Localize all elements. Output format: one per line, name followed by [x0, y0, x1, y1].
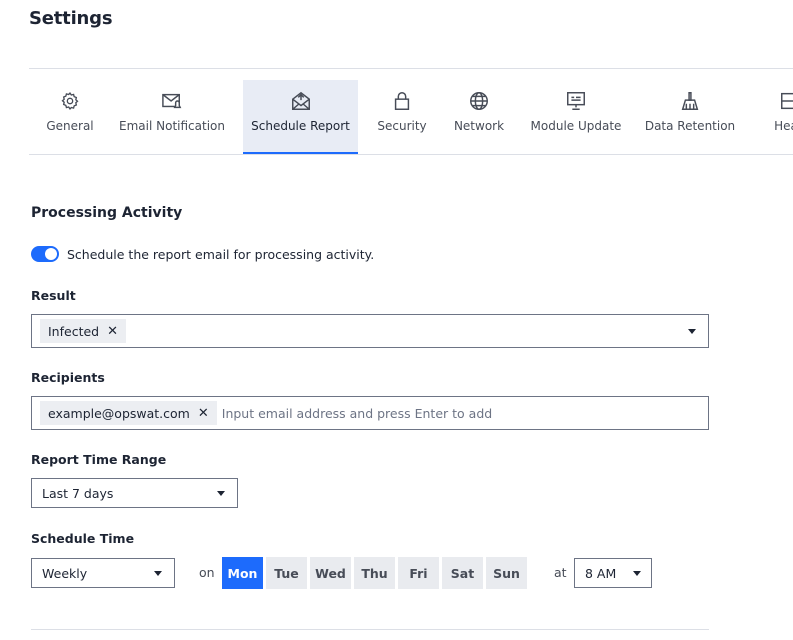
day-thu[interactable]: Thu	[354, 557, 395, 589]
gear-icon	[60, 90, 80, 112]
chip-label: Infected	[48, 323, 100, 339]
schedule-toggle[interactable]	[31, 246, 59, 262]
chip-label: example@opswat.com	[48, 405, 190, 421]
frequency-select[interactable]: Weekly	[31, 558, 175, 588]
result-select[interactable]: Infected ✕	[31, 314, 709, 348]
globe-icon	[468, 90, 490, 112]
mail-open-icon	[290, 90, 312, 112]
day-tue[interactable]: Tue	[266, 557, 307, 589]
schedule-time-label: Schedule Time	[31, 531, 135, 546]
tab-email-notification[interactable]: Email Notification	[115, 80, 229, 155]
tab-label: Network	[453, 119, 505, 133]
recipients-field[interactable]: example@opswat.com ✕	[31, 396, 709, 430]
day-mon[interactable]: Mon	[222, 557, 263, 589]
lock-icon	[392, 90, 412, 112]
chevron-down-icon	[217, 491, 225, 496]
tab-security[interactable]: Security	[370, 80, 434, 155]
bottom-divider	[31, 629, 709, 630]
on-label: on	[199, 565, 215, 580]
tab-health[interactable]: Healt	[760, 80, 793, 155]
tab-network[interactable]: Network	[448, 80, 510, 155]
tab-module-update[interactable]: Module Update	[526, 80, 626, 155]
day-wed[interactable]: Wed	[310, 557, 351, 589]
time-range-select[interactable]: Last 7 days	[31, 478, 238, 508]
tab-label: Data Retention	[644, 119, 736, 133]
result-chip: Infected ✕	[40, 319, 127, 343]
recipients-input[interactable]	[221, 405, 708, 421]
day-fri[interactable]: Fri	[398, 557, 439, 589]
chevron-down-icon	[633, 571, 641, 576]
hour-value: 8 AM	[585, 565, 617, 581]
close-icon[interactable]: ✕	[198, 406, 209, 421]
recipients-label: Recipients	[31, 370, 105, 385]
close-icon[interactable]: ✕	[107, 324, 118, 339]
schedule-toggle-label: Schedule the report email for processing…	[67, 246, 375, 262]
health-icon	[779, 90, 793, 112]
module-update-icon	[565, 90, 587, 112]
tab-label: General	[46, 119, 94, 133]
section-title: Processing Activity	[31, 205, 183, 221]
settings-tabs: General Email Notification Schedule Repo…	[29, 80, 793, 155]
at-label: at	[554, 565, 567, 580]
tab-label: Module Update	[530, 119, 622, 133]
chevron-down-icon[interactable]	[688, 329, 696, 334]
tab-schedule-report[interactable]: Schedule Report	[243, 80, 358, 155]
tab-data-retention[interactable]: Data Retention	[642, 80, 738, 155]
tab-label: Email Notification	[119, 119, 225, 133]
page-title: Settings	[29, 8, 113, 29]
chevron-down-icon	[154, 571, 162, 576]
day-sun[interactable]: Sun	[486, 557, 527, 589]
tab-label: Healt	[774, 119, 793, 133]
broom-icon	[679, 90, 701, 112]
tab-label: Schedule Report	[251, 119, 350, 133]
recipient-chip: example@opswat.com ✕	[40, 401, 217, 425]
tabs-top-divider	[29, 68, 793, 69]
day-sat[interactable]: Sat	[442, 557, 483, 589]
tabs-bottom-divider	[29, 154, 793, 155]
result-label: Result	[31, 288, 76, 303]
tab-label: Security	[377, 119, 427, 133]
time-range-label: Report Time Range	[31, 452, 167, 467]
hour-select[interactable]: 8 AM	[574, 558, 652, 588]
time-range-value: Last 7 days	[42, 485, 114, 501]
frequency-value: Weekly	[42, 565, 88, 581]
schedule-toggle-row: Schedule the report email for processing…	[31, 246, 374, 262]
tab-general[interactable]: General	[29, 80, 111, 155]
mail-notification-icon	[161, 90, 183, 112]
